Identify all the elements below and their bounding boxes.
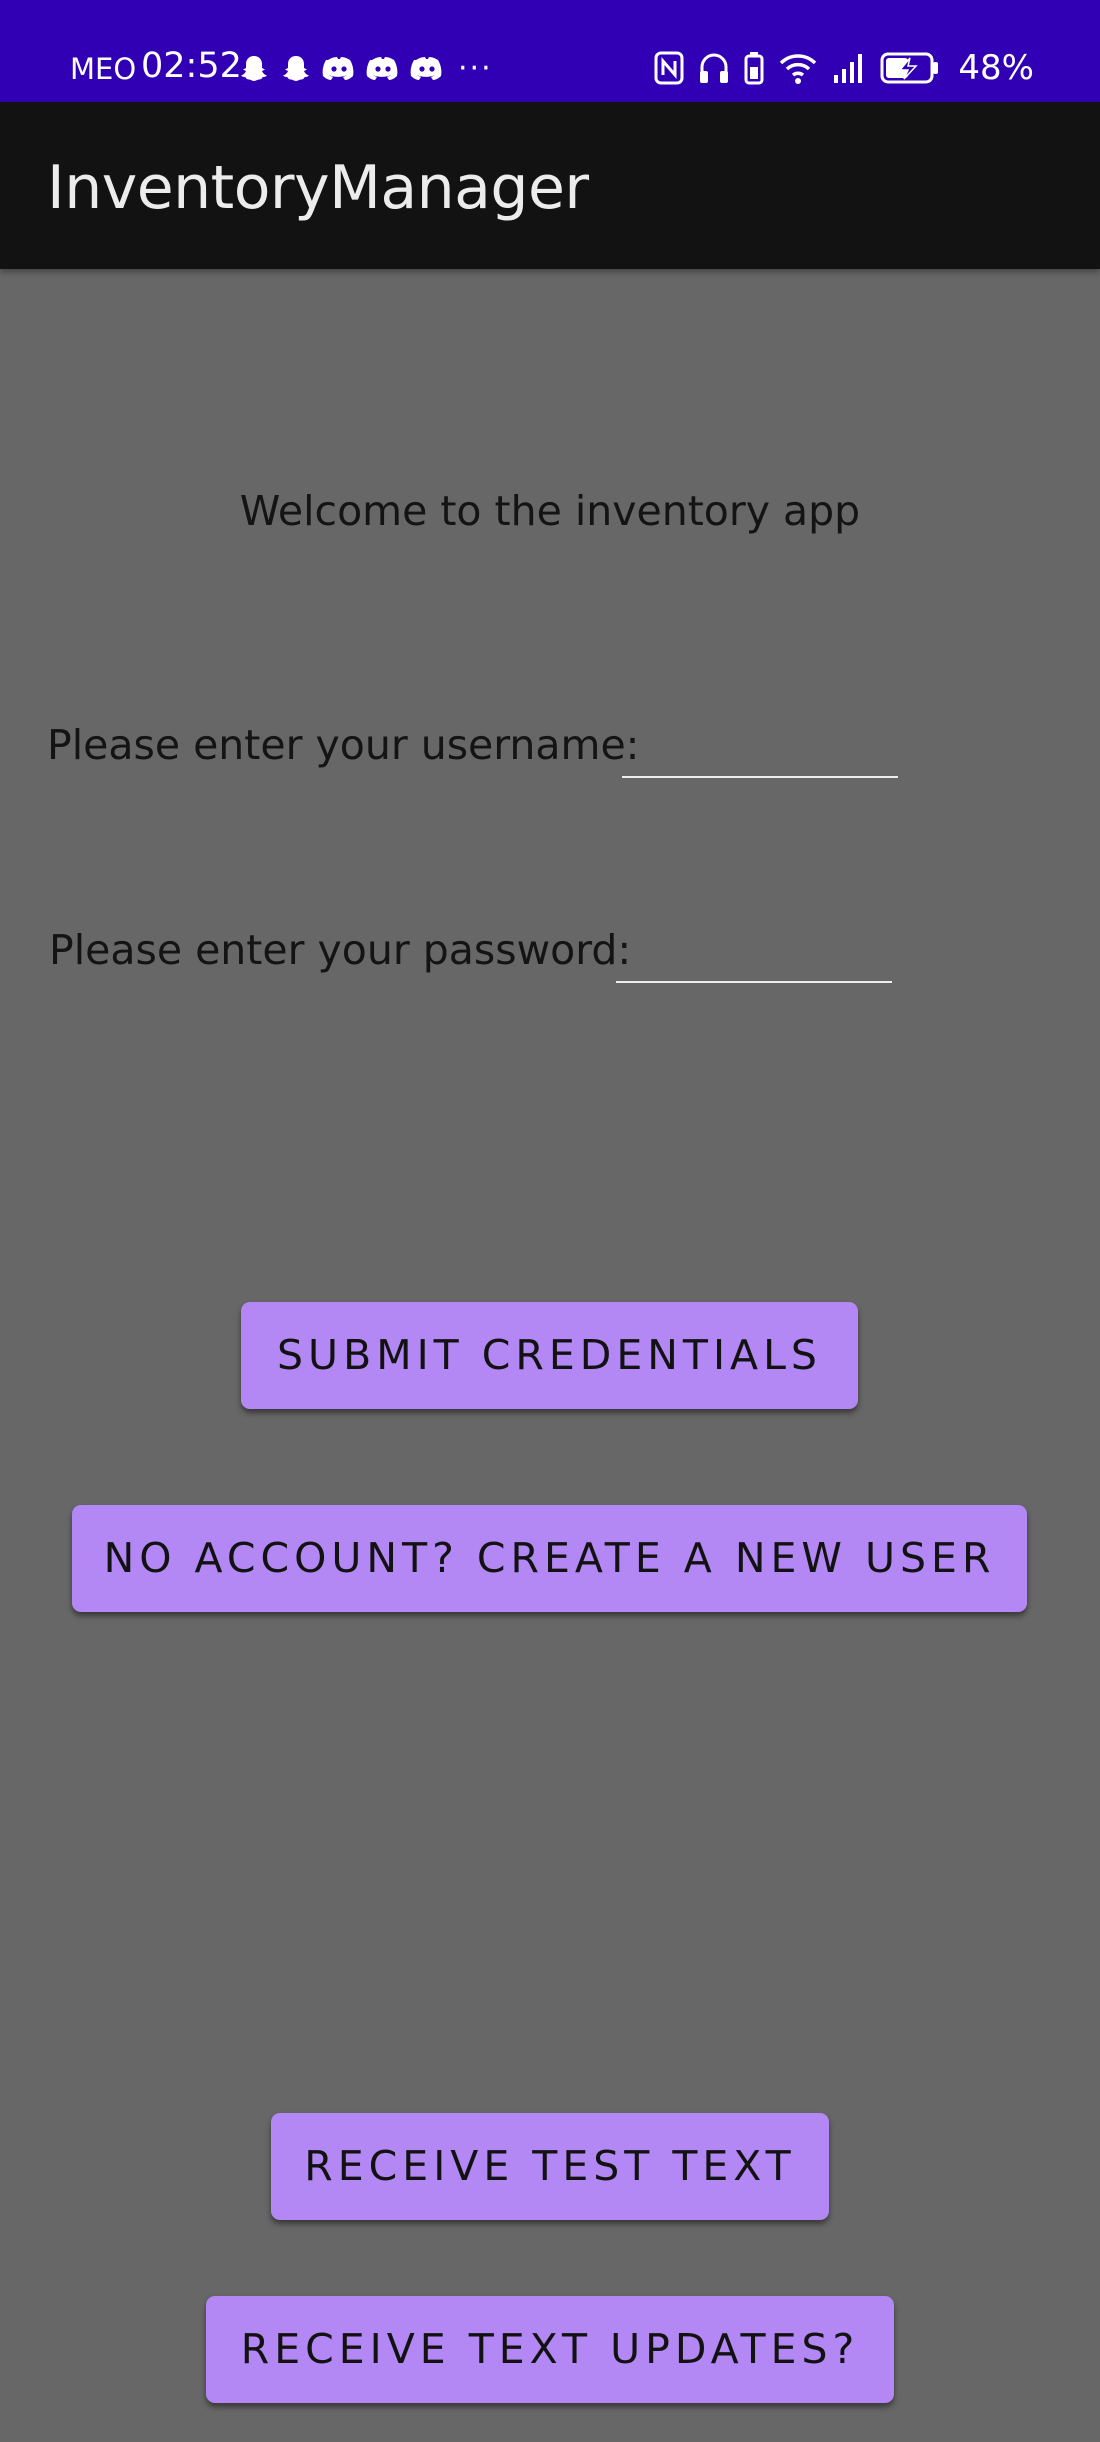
- headphones-icon: [698, 51, 730, 85]
- receive-text-updates-button[interactable]: RECEIVE TEXT UPDATES?: [206, 2296, 894, 2403]
- welcome-text: Welcome to the inventory app: [239, 487, 861, 535]
- battery-charging-icon: [880, 51, 940, 85]
- submit-credentials-button[interactable]: SUBMIT CREDENTIALS: [241, 1302, 858, 1409]
- discord-icon: [410, 54, 444, 84]
- app-bar: InventoryManager: [0, 102, 1100, 269]
- headset-battery-icon: [744, 51, 764, 85]
- username-label: Please enter your username:: [47, 721, 640, 769]
- receive-test-text-button[interactable]: RECEIVE TEST TEXT: [271, 2113, 829, 2220]
- username-input[interactable]: [622, 724, 898, 778]
- battery-percentage: 48%: [958, 48, 1034, 88]
- wifi-icon: [778, 51, 818, 85]
- more-notifications-icon: ···: [458, 51, 493, 86]
- password-label: Please enter your password:: [49, 926, 632, 974]
- nfc-icon: [654, 51, 684, 85]
- create-user-button[interactable]: NO ACCOUNT? CREATE A NEW USER: [72, 1505, 1027, 1612]
- password-input[interactable]: [616, 929, 892, 983]
- carrier-label: MEO: [70, 52, 137, 86]
- snapchat-icon: [238, 53, 270, 85]
- system-icons: 48%: [654, 48, 1034, 88]
- discord-icon: [366, 54, 400, 84]
- signal-icon: [832, 51, 866, 85]
- app-title: InventoryManager: [47, 153, 589, 223]
- notification-icons: ···: [238, 50, 493, 88]
- status-bar: MEO 02:52 ··· 48%: [0, 0, 1100, 102]
- discord-icon: [322, 54, 356, 84]
- clock: 02:52: [141, 46, 242, 86]
- snapchat-icon: [280, 53, 312, 85]
